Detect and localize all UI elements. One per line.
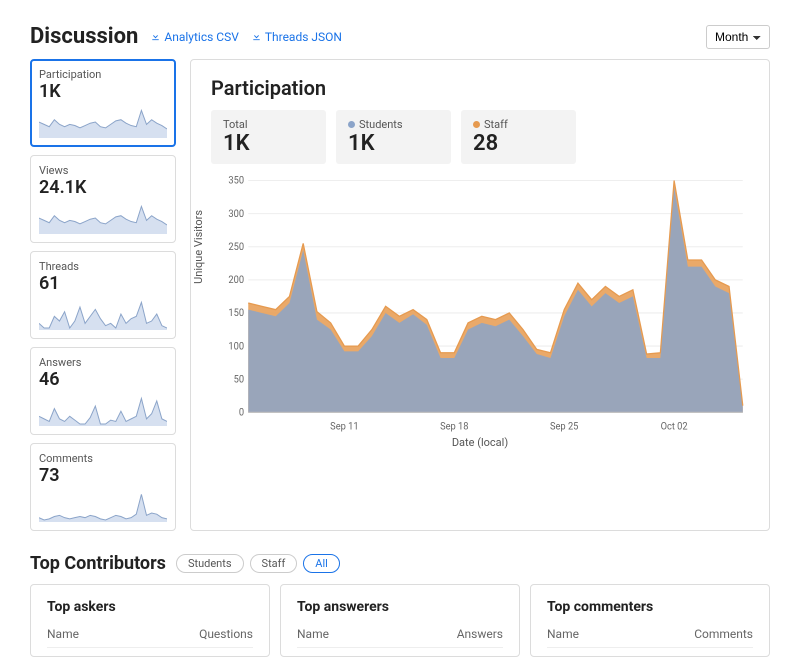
svg-text:50: 50 bbox=[234, 374, 244, 385]
stat-label: Total bbox=[223, 118, 314, 131]
column-metric: Comments bbox=[694, 627, 753, 641]
sparkline bbox=[39, 298, 167, 330]
column-name: Name bbox=[47, 627, 79, 641]
contrib-card-top-commenters: Top commenters Name Comments bbox=[530, 584, 770, 657]
metric-value: 61 bbox=[39, 273, 167, 294]
contributors-row: Top askers Name Questions Top answerers … bbox=[30, 584, 770, 657]
svg-text:Oct 02: Oct 02 bbox=[661, 421, 688, 432]
metric-label: Threads bbox=[39, 260, 167, 273]
stat-value: 1K bbox=[223, 131, 314, 156]
column-name: Name bbox=[297, 627, 329, 641]
contributors-header: Top Contributors Students Staff All bbox=[30, 553, 770, 574]
metric-card-threads[interactable]: Threads 61 bbox=[30, 251, 176, 339]
chart-wrapper: Unique Visitors 050100150200250300350Sep… bbox=[211, 174, 749, 434]
contrib-card-top-answerers: Top answerers Name Answers bbox=[280, 584, 520, 657]
svg-text:350: 350 bbox=[228, 176, 244, 187]
stat-row: Total 1KStudents 1KStaff 28 bbox=[211, 110, 749, 164]
contrib-header: Name Questions bbox=[47, 627, 253, 648]
legend-dot bbox=[348, 121, 355, 128]
metric-card-participation[interactable]: Participation 1K bbox=[30, 59, 176, 147]
svg-text:Sep 25: Sep 25 bbox=[550, 421, 578, 432]
period-selector[interactable]: Month bbox=[706, 25, 770, 49]
column-metric: Answers bbox=[457, 627, 503, 641]
filter-staff[interactable]: Staff bbox=[250, 554, 298, 573]
stat-value: 28 bbox=[473, 131, 564, 156]
svg-text:250: 250 bbox=[228, 242, 244, 253]
metric-label: Answers bbox=[39, 356, 167, 369]
sparkline bbox=[39, 394, 167, 426]
metric-card-views[interactable]: Views 24.1K bbox=[30, 155, 176, 243]
filter-students[interactable]: Students bbox=[176, 554, 244, 573]
participation-chart: 0 50 100 150 200 250 300 350 Sep 11 Sep 18 Sep 25 O… bbox=[211, 174, 749, 434]
stat-box-staff: Staff 28 bbox=[461, 110, 576, 164]
metric-value: 24.1K bbox=[39, 177, 167, 198]
contrib-card-top-askers: Top askers Name Questions bbox=[30, 584, 270, 657]
column-metric: Questions bbox=[199, 627, 253, 641]
metric-label: Comments bbox=[39, 452, 167, 465]
metric-value: 46 bbox=[39, 369, 167, 390]
stat-box-total: Total 1K bbox=[211, 110, 326, 164]
stat-box-students: Students 1K bbox=[336, 110, 451, 164]
filter-pills: Students Staff All bbox=[176, 554, 340, 573]
sparkline bbox=[39, 202, 167, 234]
contributors-title: Top Contributors bbox=[30, 553, 166, 574]
svg-text:200: 200 bbox=[228, 275, 244, 286]
sparkline bbox=[39, 106, 167, 138]
svg-text:0: 0 bbox=[239, 407, 244, 418]
filter-all[interactable]: All bbox=[303, 554, 340, 573]
download-analytics-csv[interactable]: Analytics CSV bbox=[150, 30, 238, 44]
panel-title: Participation bbox=[211, 76, 749, 100]
download-icon bbox=[251, 31, 262, 42]
metric-sidebar: Participation 1K Views 24.1K Threads 61 … bbox=[30, 59, 176, 531]
svg-text:Sep 11: Sep 11 bbox=[330, 421, 358, 432]
metric-value: 73 bbox=[39, 465, 167, 486]
metric-card-answers[interactable]: Answers 46 bbox=[30, 347, 176, 435]
stat-label: Students bbox=[348, 118, 439, 131]
svg-text:300: 300 bbox=[228, 209, 244, 220]
page-title: Discussion bbox=[30, 24, 138, 49]
metric-label: Participation bbox=[39, 68, 167, 81]
download-icon bbox=[150, 31, 161, 42]
header-row: Discussion Analytics CSV Threads JSON Mo… bbox=[30, 24, 770, 49]
column-name: Name bbox=[547, 627, 579, 641]
y-axis-label: Unique Visitors bbox=[192, 210, 205, 284]
x-axis-label: Date (local) bbox=[211, 436, 749, 449]
svg-text:150: 150 bbox=[228, 308, 244, 319]
metric-card-comments[interactable]: Comments 73 bbox=[30, 443, 176, 531]
metric-value: 1K bbox=[39, 81, 167, 102]
contrib-header: Name Answers bbox=[297, 627, 503, 648]
svg-text:100: 100 bbox=[228, 341, 244, 352]
stat-label: Staff bbox=[473, 118, 564, 131]
stat-value: 1K bbox=[348, 131, 439, 156]
svg-text:Sep 18: Sep 18 bbox=[440, 421, 468, 432]
legend-dot bbox=[473, 121, 480, 128]
main-panel: Participation Total 1KStudents 1KStaff 2… bbox=[190, 59, 770, 531]
download-threads-json[interactable]: Threads JSON bbox=[251, 30, 342, 44]
metric-label: Views bbox=[39, 164, 167, 177]
contrib-header: Name Comments bbox=[547, 627, 753, 648]
sparkline bbox=[39, 490, 167, 522]
